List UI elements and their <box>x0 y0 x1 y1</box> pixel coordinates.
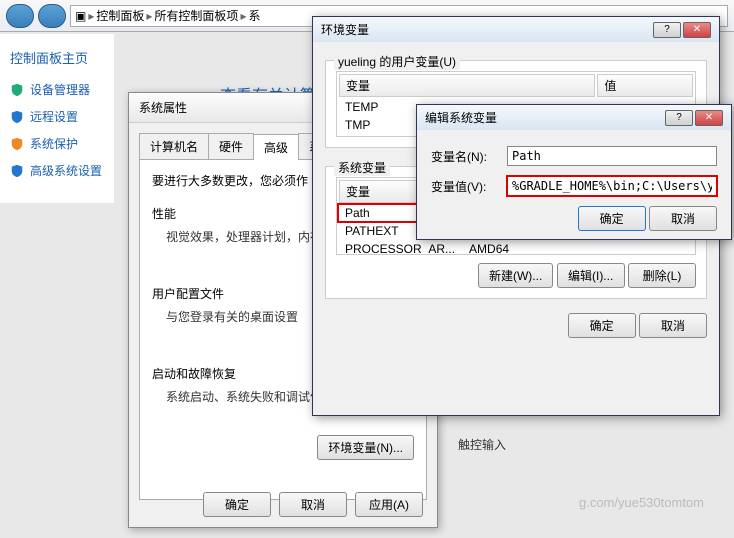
chevron-right-icon: ▸ <box>146 9 152 23</box>
ok-button[interactable]: 确定 <box>568 313 636 338</box>
sidebar-item-protection[interactable]: 系统保护 <box>10 135 104 152</box>
new-button[interactable]: 新建(W)... <box>478 263 553 288</box>
col-var[interactable]: 变量 <box>339 74 595 97</box>
dialog-title: 环境变量 <box>321 21 369 38</box>
shield-icon <box>10 83 24 97</box>
title-bar: 编辑系统变量 ? ✕ <box>417 105 731 130</box>
dialog-buttons: 确定 取消 应用(A) <box>129 492 437 517</box>
col-val[interactable]: 值 <box>597 74 693 97</box>
chevron-right-icon: ▸ <box>88 9 94 23</box>
tab-advanced[interactable]: 高级 <box>253 134 299 160</box>
help-button[interactable]: ? <box>665 110 693 126</box>
edit-button[interactable]: 编辑(I)... <box>557 263 625 288</box>
watermark: g.com/yue530tomtom <box>579 495 704 510</box>
table-row: PROCESSOR_AR...AMD64 <box>339 241 693 255</box>
shield-icon <box>10 110 24 124</box>
var-value-label: 变量值(V): <box>431 178 507 195</box>
var-name-input[interactable] <box>507 146 717 166</box>
shield-icon <box>10 137 24 151</box>
apply-button[interactable]: 应用(A) <box>355 492 423 517</box>
crumb[interactable]: 所有控制面板项 <box>154 7 238 24</box>
touch-input-label: 触控输入 <box>458 436 506 453</box>
ok-button[interactable]: 确定 <box>578 206 646 231</box>
cancel-button[interactable]: 取消 <box>279 492 347 517</box>
close-button[interactable]: ✕ <box>683 22 711 38</box>
help-button[interactable]: ? <box>653 22 681 38</box>
tab-hardware[interactable]: 硬件 <box>208 133 254 159</box>
sidebar-title: 控制面板主页 <box>10 48 104 67</box>
cancel-button[interactable]: 取消 <box>649 206 717 231</box>
nav-fwd-button[interactable] <box>38 4 66 28</box>
shield-icon <box>10 164 24 178</box>
crumb[interactable]: 控制面板 <box>96 7 144 24</box>
control-panel-sidebar: 控制面板主页 设备管理器 远程设置 系统保护 高级系统设置 <box>0 34 114 203</box>
crumb[interactable]: 系 <box>248 7 260 24</box>
group-label: 系统变量 <box>334 159 390 176</box>
edit-var-dialog: 编辑系统变量 ? ✕ 变量名(N): 变量值(V): 确定 取消 <box>416 104 732 240</box>
chevron-right-icon: ▸ <box>240 9 246 23</box>
var-name-label: 变量名(N): <box>431 148 507 165</box>
env-vars-button[interactable]: 环境变量(N)... <box>317 435 414 460</box>
sidebar-item-label: 系统保护 <box>30 135 78 152</box>
cancel-button[interactable]: 取消 <box>639 313 707 338</box>
sidebar-item-device-manager[interactable]: 设备管理器 <box>10 81 104 98</box>
dialog-title: 编辑系统变量 <box>425 109 497 126</box>
sidebar-item-label: 高级系统设置 <box>30 162 102 179</box>
group-label: yueling 的用户变量(U) <box>334 53 460 70</box>
title-bar: 环境变量 ? ✕ <box>313 17 719 42</box>
nav-back-button[interactable] <box>6 4 34 28</box>
tab-computer-name[interactable]: 计算机名 <box>139 133 209 159</box>
folder-icon: ▣ <box>75 9 86 23</box>
var-value-input[interactable] <box>507 176 717 196</box>
sidebar-item-label: 设备管理器 <box>30 81 90 98</box>
close-button[interactable]: ✕ <box>695 110 723 126</box>
ok-button[interactable]: 确定 <box>203 492 271 517</box>
sidebar-item-label: 远程设置 <box>30 108 78 125</box>
sidebar-item-advanced[interactable]: 高级系统设置 <box>10 162 104 179</box>
delete-button[interactable]: 删除(L) <box>628 263 696 288</box>
sidebar-item-remote[interactable]: 远程设置 <box>10 108 104 125</box>
